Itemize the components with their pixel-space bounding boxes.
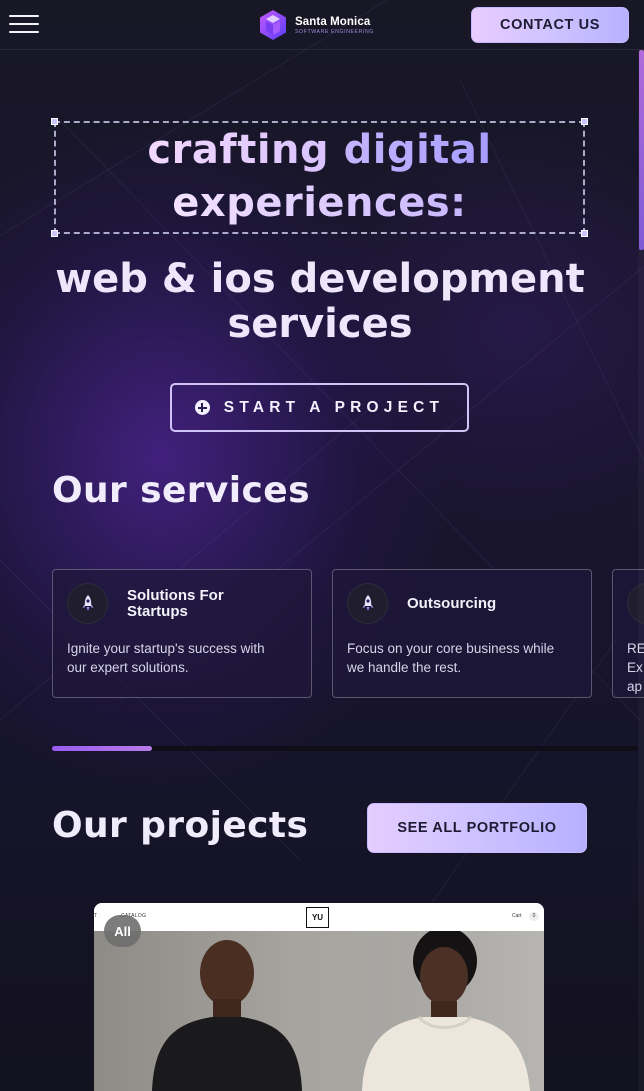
start-project-label: START A PROJECT xyxy=(223,398,445,416)
page-scrollbar-thumb[interactable] xyxy=(639,50,644,250)
project-preview-cart: Cart xyxy=(512,913,522,919)
project-preview-topbar: T CATALOG YU Cart 0 xyxy=(94,903,544,931)
service-card-title-line: Solutions For xyxy=(127,587,224,604)
project-card[interactable]: T CATALOG YU Cart 0 All xyxy=(94,903,544,1091)
hero-title-word: crafting xyxy=(147,127,330,173)
service-card-description-line: Focus on your core business while xyxy=(347,641,555,656)
brand-mark-icon xyxy=(260,10,286,40)
service-card-description: Focus on your core business while we han… xyxy=(347,639,583,677)
site-header: Santa Monica SOFTWARE ENGINEERING CONTAC… xyxy=(0,0,644,50)
selection-handle[interactable] xyxy=(51,230,58,237)
brand-logo[interactable]: Santa Monica SOFTWARE ENGINEERING xyxy=(258,9,374,41)
hero-subtitle: web & ios development services xyxy=(20,257,620,347)
service-card-description-line: we handle the rest. xyxy=(347,660,462,675)
start-project-button[interactable]: START A PROJECT xyxy=(170,383,469,432)
hero-subtitle-line: services xyxy=(227,301,413,347)
selection-handle[interactable] xyxy=(581,230,588,237)
service-card-title: Outsourcing xyxy=(407,595,497,612)
plus-circle-icon xyxy=(194,400,210,415)
hero-title-word: experiences: xyxy=(172,180,467,226)
project-photo-figures xyxy=(152,927,530,1091)
services-heading: Our services xyxy=(52,470,310,511)
hero-title: crafting digital experiences: xyxy=(54,124,585,230)
see-all-portfolio-button[interactable]: SEE ALL PORTFOLIO xyxy=(367,803,587,853)
brand-name: Santa Monica xyxy=(295,15,371,28)
service-card[interactable]: Solutions For Startups Ignite your start… xyxy=(52,569,312,698)
hero-subtitle-line: web & ios development xyxy=(55,256,585,302)
rocket-icon xyxy=(67,583,108,624)
hero-title-word: digital xyxy=(343,127,492,173)
service-card-description: Ignite your startup's success with our e… xyxy=(67,639,303,677)
rocket-icon xyxy=(347,583,388,624)
service-card-description-line: Ignite your startup's success with xyxy=(67,641,265,656)
service-card-title-line: Startups xyxy=(127,603,188,620)
project-preview-logo: YU xyxy=(306,907,329,928)
project-preview-photo xyxy=(94,927,544,1091)
projects-heading: Our projects xyxy=(52,805,309,846)
contact-us-button[interactable]: CONTACT US xyxy=(471,7,629,43)
services-carousel-progress xyxy=(52,746,152,751)
hamburger-menu-icon[interactable] xyxy=(9,15,39,35)
service-card-title: Solutions For Startups xyxy=(127,588,224,620)
project-preview-nav-item: T xyxy=(94,913,98,919)
project-filter-badge[interactable]: All xyxy=(104,915,141,947)
project-preview-cart-count: 0 xyxy=(529,912,539,921)
service-card[interactable]: Outsourcing Focus on your core business … xyxy=(332,569,592,698)
service-card-description-line: our expert solutions. xyxy=(67,660,189,675)
brand-tagline: SOFTWARE ENGINEERING xyxy=(295,28,374,35)
